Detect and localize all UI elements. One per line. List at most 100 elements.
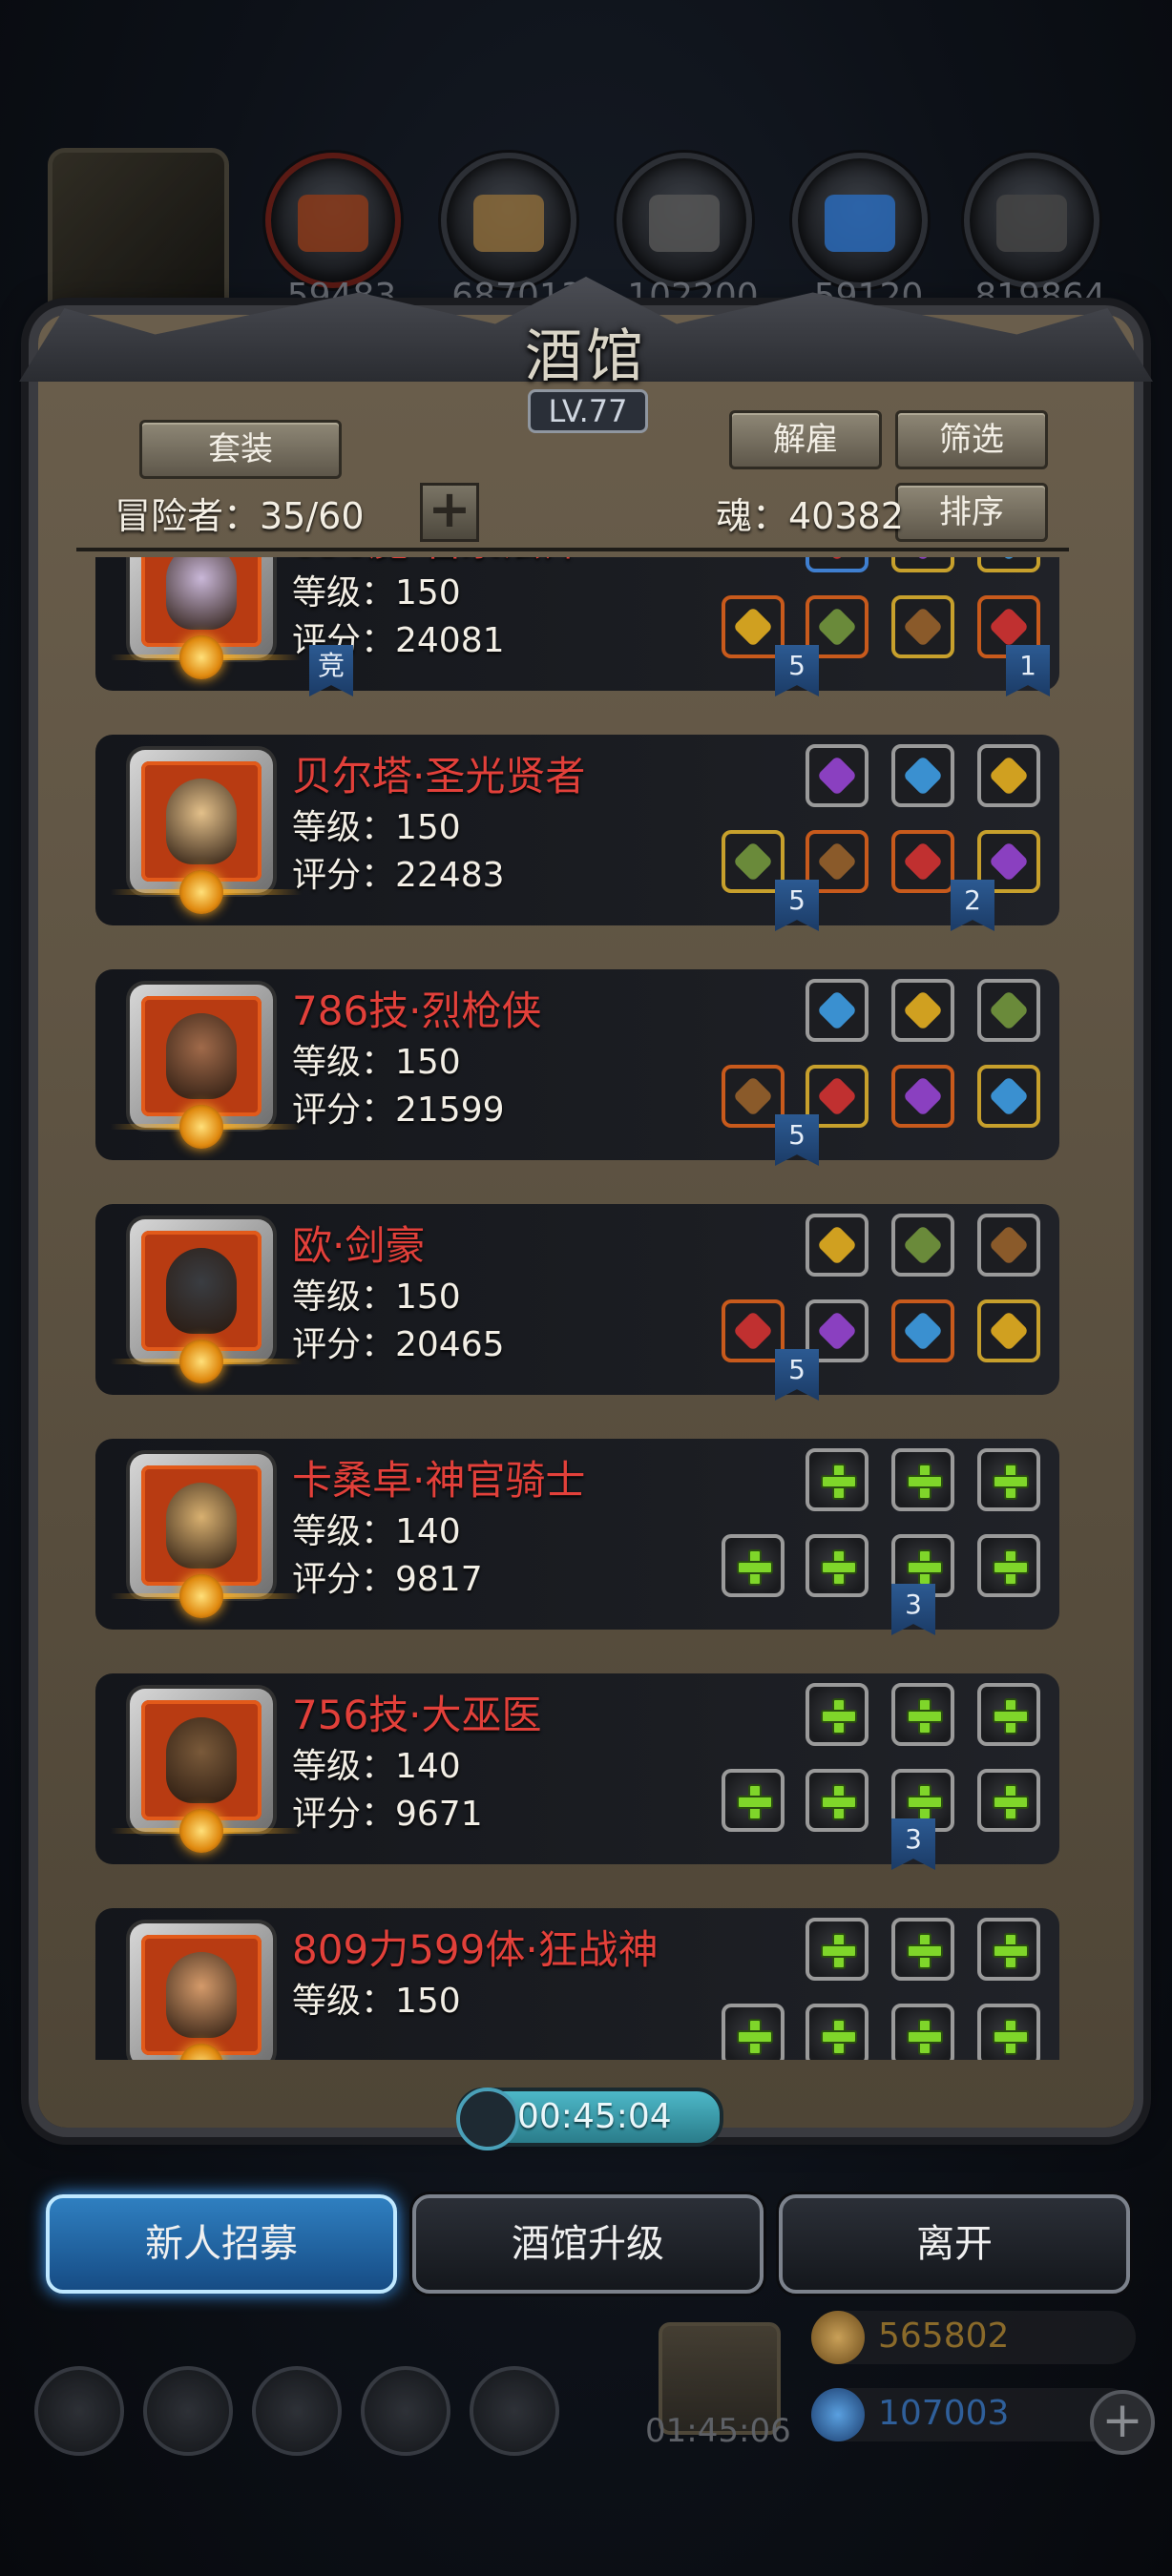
empty-equipment-slot[interactable]: [806, 1769, 869, 1832]
empty-equipment-slot[interactable]: [977, 1683, 1040, 1746]
hero-score: 评分：9671: [292, 1795, 483, 1834]
hero-face: [166, 779, 237, 864]
empty-equipment-slot[interactable]: [891, 1448, 954, 1511]
wood-icon: [473, 195, 544, 252]
empty-equipment-slot[interactable]: [806, 2004, 869, 2060]
empty-equipment-slot[interactable]: [722, 1534, 785, 1597]
equipment-slot[interactable]: [891, 1299, 954, 1362]
upgrade-tavern-button[interactable]: 酒馆升级: [412, 2194, 764, 2294]
equipment-item-icon: [988, 557, 1030, 562]
empty-equipment-slot[interactable]: [977, 2004, 1040, 2060]
star-rank-icon: [179, 1809, 223, 1853]
empty-equipment-slot[interactable]: [891, 2004, 954, 2060]
equipment-slot[interactable]: [891, 830, 954, 893]
resource-slot[interactable]: 59120: [792, 143, 928, 316]
equipment-item-icon: [732, 841, 774, 883]
empty-equipment-slot[interactable]: [806, 1683, 869, 1746]
adventurer-count: 冒险者：35/60: [115, 495, 365, 537]
equipment-slot[interactable]: [891, 1065, 954, 1128]
hero-card[interactable]: 贝尔塔·圣光贤者 等级：150 评分：22483: [95, 735, 1059, 925]
resource-slot[interactable]: 102200: [617, 143, 759, 316]
hero-level: 等级：140: [292, 1747, 461, 1786]
hero-list[interactable]: 856魔·岩浆法师等级：150评分：24081竞51贝尔塔·圣光贤者等级：150…: [95, 557, 1069, 2060]
empty-equipment-slot[interactable]: [977, 1448, 1040, 1511]
equipment-item-icon: [732, 606, 774, 648]
equipment-item-icon: [816, 557, 858, 562]
hero-face: [166, 1248, 237, 1334]
hero-score: 评分：9817: [292, 1560, 483, 1599]
suit-button[interactable]: 套装: [139, 420, 342, 479]
hero-card[interactable]: 809力599体·狂战神等级：150: [95, 1908, 1059, 2060]
plus-icon: [907, 1561, 943, 1574]
empty-equipment-slot[interactable]: [891, 1918, 954, 1981]
empty-equipment-slot[interactable]: [722, 1769, 785, 1832]
header-divider: [76, 548, 1069, 551]
leave-button[interactable]: 离开: [779, 2194, 1130, 2294]
resource-slot[interactable]: 59483: [265, 143, 401, 316]
equipment-slot[interactable]: [806, 744, 869, 807]
resource-frame: [792, 153, 928, 288]
hero-level: 等级：140: [292, 1512, 461, 1551]
avatar-frame: [141, 1465, 262, 1586]
settings-icon[interactable]: [34, 2366, 124, 2456]
filter-button[interactable]: 筛选: [895, 410, 1048, 469]
hero-face: [166, 557, 237, 630]
equipment-slot[interactable]: [891, 595, 954, 658]
equipment-slot[interactable]: [806, 979, 869, 1042]
equipment-slot[interactable]: [977, 744, 1040, 807]
equipment-slot[interactable]: [891, 979, 954, 1042]
mail-icon[interactable]: [361, 2366, 450, 2456]
guild-icon[interactable]: [252, 2366, 342, 2456]
sort-button[interactable]: 排序: [895, 483, 1048, 542]
gold-coin-icon: [811, 2311, 865, 2364]
expand-roster-button[interactable]: +: [420, 483, 479, 542]
recruit-button[interactable]: 新人招募: [46, 2194, 397, 2294]
star-rank-icon: [179, 1105, 223, 1149]
dismiss-button[interactable]: 解雇: [729, 410, 882, 469]
add-currency-button[interactable]: +: [1090, 2390, 1155, 2455]
empty-equipment-slot[interactable]: [977, 1769, 1040, 1832]
hero-name: 809力599体·狂战神: [292, 1926, 659, 1973]
equipment-slot[interactable]: [806, 557, 869, 572]
hero-face: [166, 1952, 237, 2038]
hero-face: [166, 1013, 237, 1099]
equipment-slot[interactable]: [891, 1214, 954, 1277]
empty-equipment-slot[interactable]: [806, 1534, 869, 1597]
resource-slot[interactable]: 819864: [964, 143, 1106, 316]
achievement-icon[interactable]: [143, 2366, 233, 2456]
empty-equipment-slot[interactable]: [891, 1683, 954, 1746]
equipment-slot[interactable]: [977, 557, 1040, 572]
empty-equipment-slot[interactable]: [806, 1918, 869, 1981]
equipment-item-icon: [732, 1310, 774, 1352]
hero-name: 卡桑卓·神官骑士: [292, 1457, 586, 1504]
empty-equipment-slot[interactable]: [806, 1448, 869, 1511]
gold-bar: 565802: [811, 2311, 1136, 2364]
hero-avatar[interactable]: [130, 1923, 273, 2060]
hero-level: 等级：150: [292, 1043, 461, 1082]
hero-card[interactable]: 欧·剑豪 等级：150 评分：20465: [95, 1204, 1059, 1395]
hero-level: 等级：150: [292, 1982, 461, 2021]
equipment-item-icon: [902, 1075, 944, 1117]
plus-icon: [993, 1475, 1029, 1488]
map-icon[interactable]: [470, 2366, 559, 2456]
equipment-item-icon: [816, 841, 858, 883]
avatar-frame: [141, 761, 262, 882]
hero-name: 欧·剑豪: [292, 1222, 426, 1269]
equipment-slot[interactable]: [977, 1214, 1040, 1277]
equipment-slot[interactable]: [806, 1214, 869, 1277]
hero-card[interactable]: 786技·烈枪侠 等级：150 评分：21599: [95, 969, 1059, 1160]
empty-equipment-slot[interactable]: [977, 1918, 1040, 1981]
equipment-slot[interactable]: [891, 557, 954, 572]
equipment-slot[interactable]: [977, 1065, 1040, 1128]
hero-face: [166, 1483, 237, 1568]
empty-equipment-slot[interactable]: [977, 1534, 1040, 1597]
gem-bar: 107003: [811, 2388, 1136, 2441]
empty-equipment-slot[interactable]: [722, 2004, 785, 2060]
resource-slot[interactable]: 687013: [441, 143, 583, 316]
resource-frame: [441, 153, 576, 288]
equipment-slot[interactable]: [977, 1299, 1040, 1362]
equipment-slot[interactable]: [891, 744, 954, 807]
hero-card[interactable]: 856魔·岩浆法师等级：150评分：24081: [95, 557, 1059, 691]
resource-frame: [617, 153, 752, 288]
equipment-slot[interactable]: [977, 979, 1040, 1042]
